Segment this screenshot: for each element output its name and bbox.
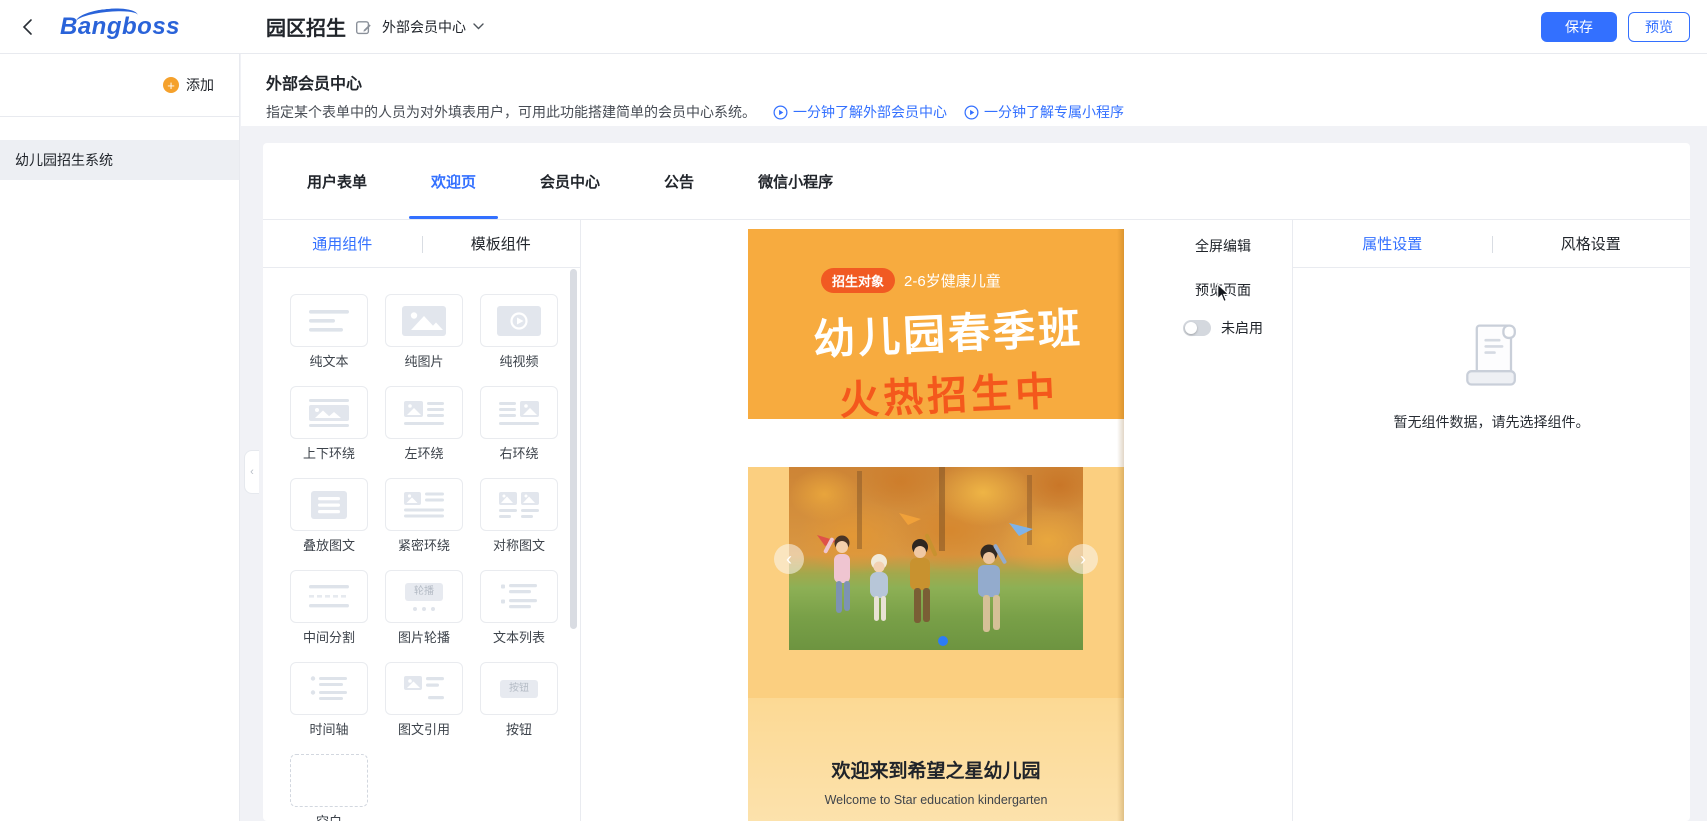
component-list: 纯文本 纯图片 纯视频 上下环绕: [263, 268, 580, 821]
carousel-next-button[interactable]: ›: [1068, 544, 1098, 574]
poster-hero: 招生对象 2-6岁健康儿童 幼儿园春季班 火热招生中: [748, 229, 1124, 419]
page-title: 园区招生: [266, 12, 346, 41]
enable-toggle-label: 未启用: [1221, 318, 1263, 338]
carousel-dots-icon: [413, 607, 435, 611]
symmetric-media-icon: [497, 490, 541, 520]
component-image-carousel[interactable]: 轮播 图片轮播: [385, 570, 463, 646]
component-pure-text[interactable]: 纯文本: [290, 294, 368, 370]
carousel-icon: 轮播: [405, 583, 443, 601]
wrap-left-icon: [402, 398, 446, 428]
component-button[interactable]: 按钮 按钮: [480, 662, 558, 738]
play-icon: [773, 105, 788, 120]
divider: [422, 236, 423, 253]
text-lines-icon: [307, 306, 351, 336]
welcome-subtitle: Welcome to Star education kindergarten: [748, 793, 1124, 807]
carousel-active-dot[interactable]: [938, 636, 948, 646]
sidebar-collapse-handle[interactable]: ‹: [244, 450, 259, 494]
component-wrap-left[interactable]: 左环绕: [385, 386, 463, 462]
module-title: 外部会员中心: [266, 54, 1707, 94]
component-wrap-right[interactable]: 右环绕: [480, 386, 558, 462]
welcome-page-poster: 招生对象 2-6岁健康儿童 幼儿园春季班 火热招生中: [748, 229, 1124, 821]
carousel-prev-button[interactable]: ‹: [774, 544, 804, 574]
media-quote-icon: [402, 674, 446, 704]
component-blank[interactable]: 空白: [290, 754, 368, 821]
component-middle-divider[interactable]: 中间分割: [290, 570, 368, 646]
empty-state: 暂无组件数据，请先选择组件。: [1293, 268, 1690, 821]
save-button[interactable]: 保存: [1541, 12, 1617, 42]
component-media-quote[interactable]: 图文引用: [385, 662, 463, 738]
settings-panel: 属性设置 风格设置 暂无组件数据，请先选择组件。: [1292, 220, 1690, 821]
tight-wrap-icon: [402, 490, 446, 520]
component-palette: 通用组件 模板组件 纯文本 纯图片 纯视频: [263, 220, 581, 821]
tab-announcement[interactable]: 公告: [664, 143, 694, 219]
brand-logo: Bangboss: [60, 13, 190, 41]
chevron-down-icon: [473, 23, 484, 30]
wrap-right-icon: [497, 398, 541, 428]
image-icon: [402, 306, 446, 336]
tab-template-components[interactable]: 模板组件: [422, 233, 581, 254]
poster-welcome-section: 欢迎来到希望之星幼儿园 Welcome to Star education ki…: [748, 698, 1124, 821]
tab-welcome-page[interactable]: 欢迎页: [431, 143, 476, 219]
page-preview-canvas: 招生对象 2-6岁健康儿童 幼儿园春季班 火热招生中: [581, 220, 1292, 821]
sidebar-item-enroll-system[interactable]: 幼儿园招生系统: [0, 140, 239, 180]
sidebar: + 添加 幼儿园招生系统: [0, 54, 240, 821]
main-card: 用户表单 欢迎页 会员中心 公告 微信小程序 通用组件 模板组件 纯文本: [263, 143, 1690, 821]
component-tight-wrap[interactable]: 紧密环绕: [385, 478, 463, 554]
component-wrap-top-bottom[interactable]: 上下环绕: [290, 386, 368, 462]
empty-state-text: 暂无组件数据，请先选择组件。: [1394, 412, 1590, 432]
fullscreen-edit-button[interactable]: 全屏编辑: [1195, 236, 1251, 256]
middle-divider-icon: [307, 582, 351, 612]
component-stacked-media[interactable]: 叠放图文: [290, 478, 368, 554]
app-switcher-dropdown[interactable]: 外部会员中心: [382, 17, 484, 37]
tab-general-components[interactable]: 通用组件: [263, 233, 422, 254]
audience-badge: 招生对象: [821, 268, 895, 293]
tab-style-settings[interactable]: 风格设置: [1492, 233, 1691, 254]
video-icon: [497, 306, 541, 336]
component-timeline[interactable]: 时间轴: [290, 662, 368, 738]
app-switcher-label: 外部会员中心: [382, 17, 466, 37]
main-tabs: 用户表单 欢迎页 会员中心 公告 微信小程序: [263, 143, 1690, 220]
topbar: Bangboss 园区招生 外部会员中心 保存 预览: [0, 0, 1707, 54]
tab-attribute-settings[interactable]: 属性设置: [1293, 233, 1492, 254]
module-header: 外部会员中心 指定某个表单中的人员为对外填表用户，可用此功能搭建简单的会员中心系…: [241, 54, 1707, 126]
welcome-title: 欢迎来到希望之星幼儿园: [748, 698, 1124, 783]
wrap-top-bottom-icon: [307, 398, 351, 428]
tab-wechat-mini-program[interactable]: 微信小程序: [758, 143, 833, 219]
chevron-left-icon: [22, 18, 33, 36]
rename-icon[interactable]: [355, 19, 372, 36]
plus-icon: +: [163, 77, 179, 93]
back-button[interactable]: [0, 0, 54, 54]
component-text-list[interactable]: 文本列表: [480, 570, 558, 646]
help-link-member-center[interactable]: 一分钟了解外部会员中心: [773, 102, 947, 122]
component-pure-video[interactable]: 纯视频: [480, 294, 558, 370]
component-pure-image[interactable]: 纯图片: [385, 294, 463, 370]
poster-carousel-section: ‹ ›: [748, 467, 1124, 698]
tab-member-center[interactable]: 会员中心: [540, 143, 600, 219]
carousel-photo: ‹ ›: [789, 467, 1083, 650]
preview-page-button[interactable]: 预览页面: [1195, 280, 1251, 300]
audience-text: 2-6岁健康儿童: [904, 270, 1001, 291]
blank-icon: [290, 754, 368, 807]
tab-user-form[interactable]: 用户表单: [307, 143, 367, 219]
play-icon: [964, 105, 979, 120]
divider: [1492, 236, 1493, 253]
preview-button[interactable]: 预览: [1628, 12, 1690, 42]
button-icon: 按钮: [500, 680, 538, 698]
component-symmetric-media[interactable]: 对称图文: [480, 478, 558, 554]
stacked-media-icon: [307, 490, 351, 520]
help-link-mini-program[interactable]: 一分钟了解专属小程序: [964, 102, 1124, 122]
kids-playing-illustration: [789, 467, 1083, 650]
add-label: 添加: [186, 75, 214, 95]
palette-scrollbar[interactable]: [570, 269, 577, 629]
timeline-icon: [307, 674, 351, 704]
add-button[interactable]: + 添加: [0, 54, 239, 117]
enable-toggle[interactable]: [1183, 320, 1211, 336]
module-description: 指定某个表单中的人员为对外填表用户，可用此功能搭建简单的会员中心系统。: [266, 102, 756, 122]
text-list-icon: [497, 582, 541, 612]
empty-scroll-icon: [1454, 318, 1530, 394]
